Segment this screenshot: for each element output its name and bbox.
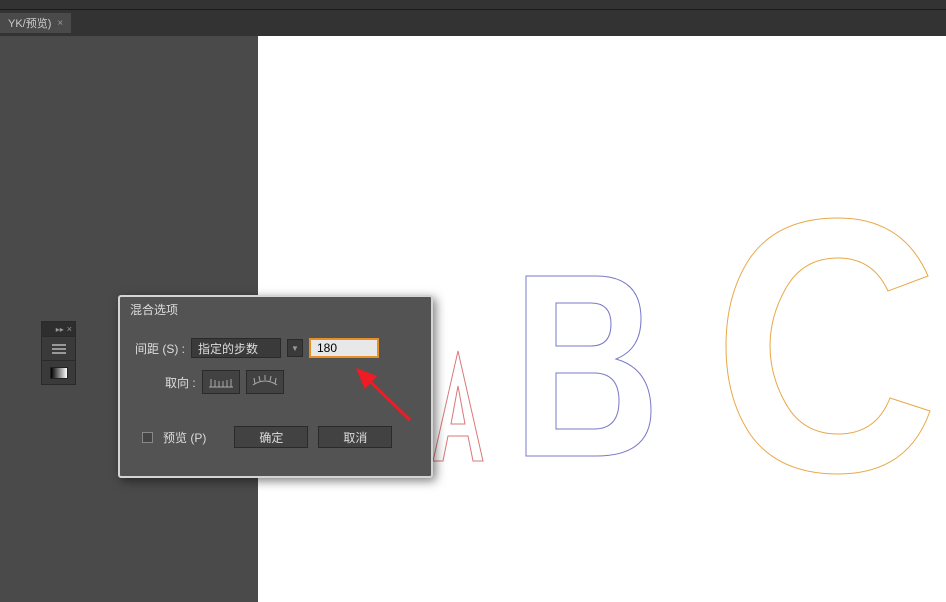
align-to-path-button[interactable] xyxy=(246,370,284,394)
document-tab[interactable]: YK/预览) × xyxy=(0,13,71,33)
spacing-label: 间距 (S) : xyxy=(135,340,185,357)
preview-checkbox[interactable] xyxy=(142,432,153,443)
dialog-content: 间距 (S) : 指定的步数 ▼ 取向 : xyxy=(120,322,431,464)
spacing-mode-dropdown[interactable]: 指定的步数 xyxy=(191,338,281,358)
panel-gradient-row[interactable] xyxy=(42,360,75,384)
letter-a-outline xyxy=(428,346,488,466)
letter-c-outline xyxy=(718,216,938,476)
mini-panel-header: ▸▸ × xyxy=(42,322,75,336)
cancel-button[interactable]: 取消 xyxy=(318,426,392,448)
align-to-page-button[interactable] xyxy=(202,370,240,394)
tab-label: YK/预览) xyxy=(8,15,51,31)
letter-b-outline xyxy=(516,271,666,461)
spacing-row: 间距 (S) : 指定的步数 ▼ xyxy=(120,332,431,364)
dropdown-arrow-icon[interactable]: ▼ xyxy=(287,339,303,357)
close-icon[interactable]: × xyxy=(67,324,72,334)
tab-bar: YK/预览) × xyxy=(0,10,946,36)
tab-close-icon[interactable]: × xyxy=(57,18,63,29)
mini-panel[interactable]: ▸▸ × xyxy=(41,321,76,385)
orientation-label: 取向 : xyxy=(165,374,196,391)
orientation-row: 取向 : xyxy=(120,364,431,400)
spacing-mode-value: 指定的步数 xyxy=(198,340,258,357)
top-toolbar xyxy=(0,0,946,10)
blend-options-dialog: 混合选项 间距 (S) : 指定的步数 ▼ 取向 : xyxy=(118,295,433,478)
gradient-swatch-icon xyxy=(50,367,68,379)
spacing-steps-input[interactable] xyxy=(309,338,379,358)
panel-menu-row[interactable] xyxy=(42,336,75,360)
dialog-title: 混合选项 xyxy=(120,297,431,322)
preview-label: 预览 (P) xyxy=(163,429,206,446)
ok-button[interactable]: 确定 xyxy=(234,426,308,448)
hamburger-icon xyxy=(52,344,66,354)
collapse-icon[interactable]: ▸▸ xyxy=(56,325,64,334)
button-row: 预览 (P) 确定 取消 xyxy=(120,420,431,454)
